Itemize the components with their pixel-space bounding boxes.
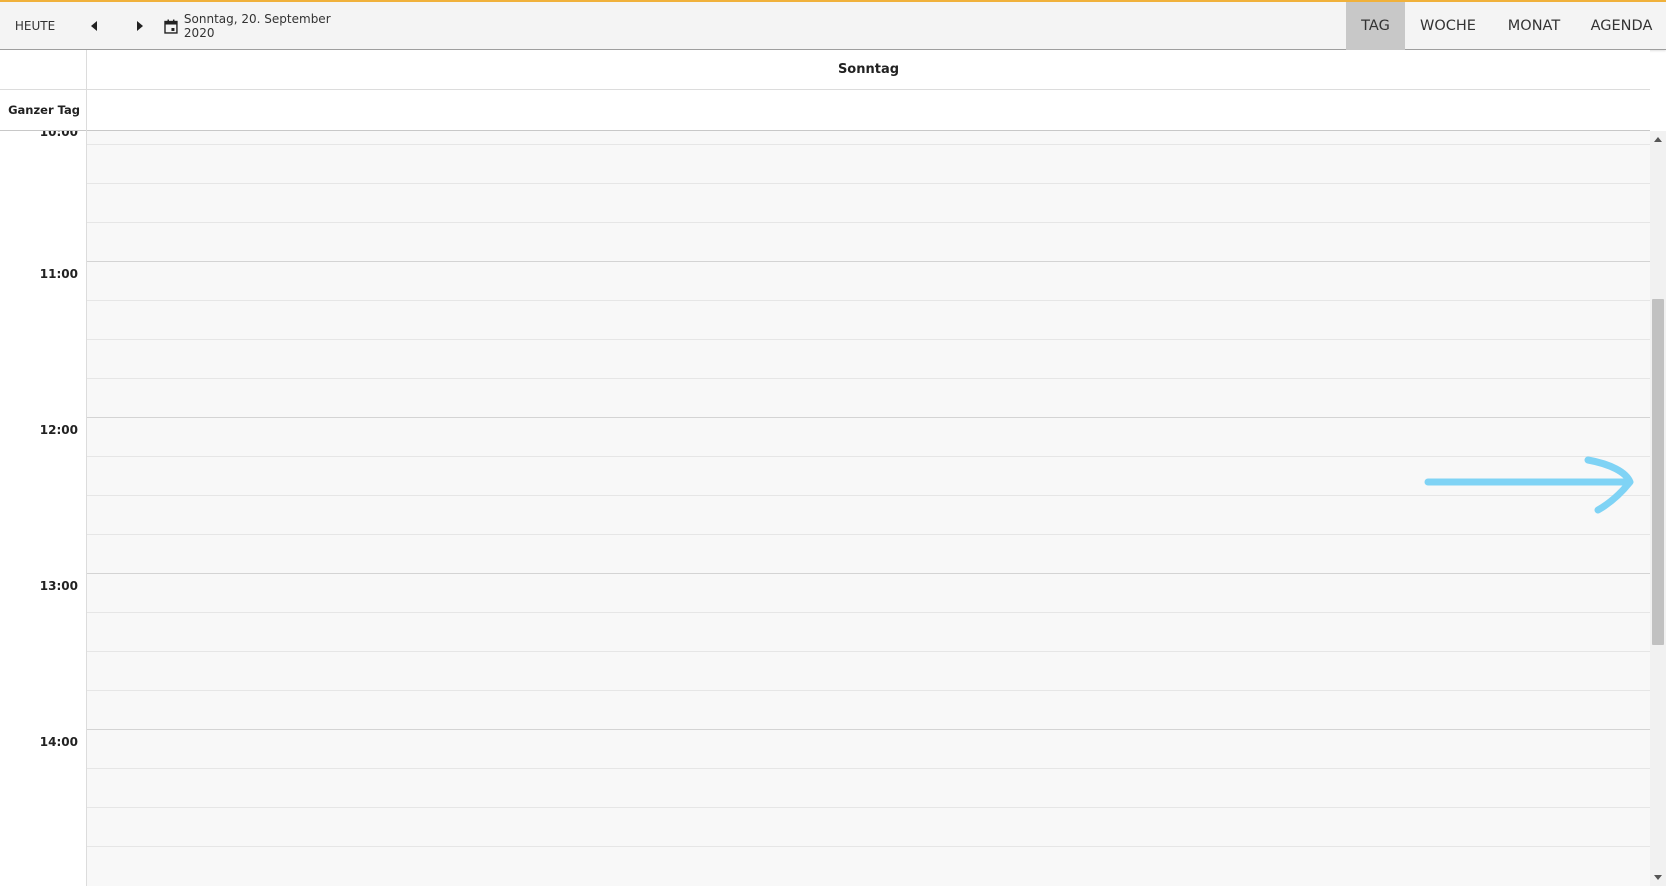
view-agenda-button[interactable]: AGENDA bbox=[1577, 2, 1666, 50]
day-header-row: Sonntag bbox=[0, 50, 1650, 90]
scrollbar-thumb[interactable] bbox=[1652, 299, 1664, 645]
all-day-label: Ganzer Tag bbox=[8, 103, 80, 117]
hour-label: 13:00 bbox=[39, 579, 78, 593]
calendar-toolbar: HEUTE Sonntag, 20. September 2020 TAG WO… bbox=[0, 0, 1666, 50]
hour-label: 12:00 bbox=[39, 423, 78, 437]
current-date-label: Sonntag, 20. September 2020 bbox=[183, 12, 331, 40]
date-picker-button[interactable]: Sonntag, 20. September 2020 bbox=[164, 2, 364, 50]
caret-right-icon bbox=[137, 21, 143, 31]
day-column-header[interactable]: Sonntag bbox=[87, 50, 1650, 89]
all-day-row: Ganzer Tag bbox=[0, 90, 1650, 131]
time-grid[interactable]: 10:00 11:00 12:00 13:00 14:00 bbox=[0, 131, 1666, 886]
hour-label: 11:00 bbox=[39, 267, 78, 281]
hour-slot[interactable] bbox=[87, 729, 1650, 885]
hour-slot[interactable] bbox=[87, 261, 1650, 417]
time-gutter: 10:00 11:00 12:00 13:00 14:00 bbox=[0, 131, 87, 886]
day-slots[interactable] bbox=[87, 131, 1650, 886]
today-button[interactable]: HEUTE bbox=[0, 2, 70, 50]
scroll-up-icon[interactable] bbox=[1654, 137, 1662, 142]
calendar-icon bbox=[164, 19, 178, 34]
vertical-scrollbar[interactable] bbox=[1650, 131, 1666, 886]
next-day-button[interactable] bbox=[128, 2, 152, 50]
all-day-cell[interactable] bbox=[87, 90, 1650, 130]
hour-slot[interactable] bbox=[87, 131, 1650, 261]
arrow-right-annotation bbox=[1424, 456, 1634, 514]
hour-slot[interactable] bbox=[87, 417, 1650, 573]
previous-day-button[interactable] bbox=[82, 2, 106, 50]
caret-left-icon bbox=[91, 21, 97, 31]
hour-slot[interactable] bbox=[87, 573, 1650, 729]
view-week-button[interactable]: WOCHE bbox=[1405, 2, 1491, 50]
scroll-down-icon[interactable] bbox=[1654, 875, 1662, 880]
hour-label: 10:00 bbox=[39, 131, 78, 139]
hour-label: 14:00 bbox=[39, 735, 78, 749]
view-month-button[interactable]: MONAT bbox=[1491, 2, 1577, 50]
view-day-button[interactable]: TAG bbox=[1346, 2, 1405, 50]
